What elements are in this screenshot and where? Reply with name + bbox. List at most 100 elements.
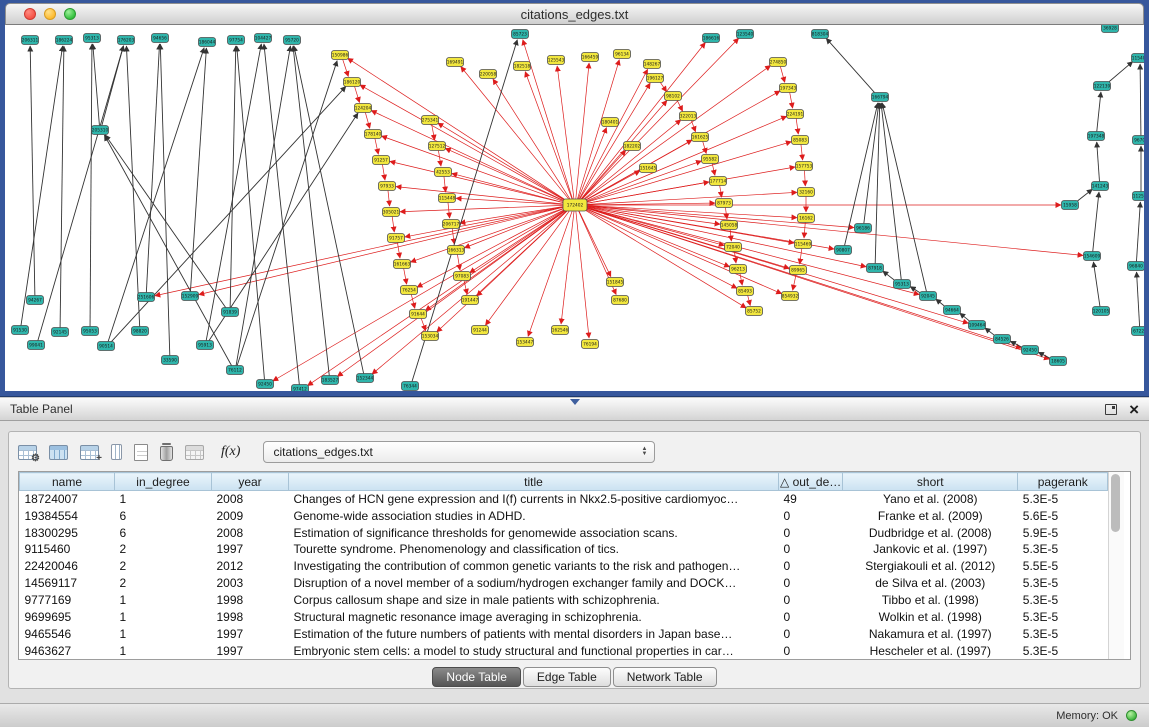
graph-edge[interactable] (354, 86, 359, 103)
graph-edge[interactable] (375, 138, 379, 154)
table-cell[interactable]: 5.3E-5 (1018, 592, 1108, 609)
graph-edge[interactable] (397, 242, 400, 258)
graph-edge[interactable] (237, 46, 265, 380)
graph-edge[interactable] (1097, 92, 1101, 132)
graph-edge[interactable] (371, 110, 569, 203)
graph-edge[interactable] (580, 91, 780, 203)
tab-edge-table[interactable]: Edge Table (523, 667, 611, 687)
graph-edge[interactable] (1140, 64, 1141, 136)
graph-edge[interactable] (578, 209, 611, 277)
table-cell[interactable]: 0 (779, 592, 843, 609)
graph-edge[interactable] (461, 67, 571, 202)
table-cell[interactable]: Yano et al. (2008) (843, 491, 1018, 508)
graph-edge[interactable] (294, 46, 364, 374)
graph-edge[interactable] (581, 116, 787, 203)
table-cell[interactable]: Changes of HCN gene expression and I(f) … (289, 491, 779, 508)
graph-edge[interactable] (580, 65, 771, 202)
graph-edge[interactable] (421, 318, 426, 331)
graph-edge[interactable] (452, 228, 454, 244)
table-cell[interactable]: Tibbo et al. (1998) (843, 592, 1018, 609)
table-cell[interactable]: Embryonic stem cells: a model to study s… (289, 642, 779, 659)
graph-edge[interactable] (493, 79, 572, 202)
table-cell[interactable]: 0 (779, 541, 843, 558)
table-cell[interactable]: 6 (115, 524, 212, 541)
table-row[interactable]: 911546021997Tourette syndrome. Phenomeno… (20, 541, 1108, 558)
table-cell[interactable]: Estimation of significance thresholds fo… (289, 524, 779, 541)
table-cell[interactable]: 1 (115, 608, 212, 625)
graph-edge[interactable] (882, 103, 926, 292)
graph-edge[interactable] (392, 216, 394, 232)
panel-splitter-grip[interactable] (570, 399, 580, 405)
table-cell[interactable]: 2008 (212, 524, 289, 541)
table-cell[interactable]: 1998 (212, 608, 289, 625)
column-header-in_degree[interactable]: in_degree (115, 473, 212, 491)
table-cell[interactable]: 6 (115, 507, 212, 524)
column-header-year[interactable]: year (212, 473, 289, 491)
graph-edge[interactable] (561, 209, 574, 324)
table-cell[interactable]: 18724007 (20, 491, 115, 508)
table-cell[interactable]: 22420046 (20, 558, 115, 575)
column-header-title[interactable]: title (289, 473, 779, 491)
table-cell[interactable]: 5.6E-5 (1018, 507, 1108, 524)
graph-edge[interactable] (1107, 62, 1133, 84)
table-cell[interactable]: 2012 (212, 558, 289, 575)
graph-edge[interactable] (417, 207, 570, 287)
graph-edge[interactable] (160, 44, 170, 356)
delete-table-icon[interactable] (160, 446, 173, 461)
table-row[interactable]: 946362711997Embryonic stem cells: a mode… (20, 642, 1108, 659)
graph-edge[interactable] (236, 46, 290, 366)
graph-edge[interactable] (102, 46, 124, 126)
table-cell[interactable]: 5.3E-5 (1018, 575, 1108, 592)
table-row[interactable]: 977716911998Corpus callosum shape and si… (20, 592, 1108, 609)
graph-edge[interactable] (730, 229, 731, 241)
graph-edge[interactable] (445, 148, 569, 203)
graph-edge[interactable] (382, 164, 385, 180)
table-cell[interactable]: Franke et al. (2009) (843, 507, 1018, 524)
table-cell[interactable]: 2 (115, 541, 212, 558)
window-titlebar[interactable]: citations_edges.txt (5, 3, 1144, 25)
table-cell[interactable]: 9465546 (20, 625, 115, 642)
graph-edge[interactable] (404, 268, 407, 284)
table-cell[interactable]: 9777169 (20, 592, 115, 609)
graph-edge[interactable] (365, 112, 370, 129)
graph-edge[interactable] (390, 161, 569, 204)
table-cell[interactable]: 0 (779, 608, 843, 625)
graph-edge[interactable] (576, 63, 589, 201)
graph-edge[interactable] (396, 187, 569, 205)
row-height-icon[interactable] (111, 444, 122, 460)
graph-edge[interactable] (104, 135, 232, 366)
table-cell[interactable]: Jankovic et al. (1997) (843, 541, 1018, 558)
table-cell[interactable]: de Silva et al. (2003) (843, 575, 1018, 592)
graph-edge[interactable] (411, 294, 415, 309)
column-header-pagerank[interactable]: pagerank (1018, 473, 1108, 491)
table-cell[interactable]: Wolkin et al. (1998) (843, 608, 1018, 625)
graph-edge[interactable] (438, 123, 570, 203)
graph-edge[interactable] (780, 66, 785, 83)
table-cell[interactable]: 1 (115, 625, 212, 642)
show-columns-icon[interactable] (49, 445, 68, 460)
graph-edge[interactable] (801, 144, 803, 160)
table-cell[interactable]: 1 (115, 642, 212, 659)
table-cell[interactable]: 5.3E-5 (1018, 608, 1108, 625)
column-header-name[interactable]: name (20, 473, 115, 491)
table-cell[interactable]: 9463627 (20, 642, 115, 659)
table-cell[interactable]: 5.9E-5 (1018, 524, 1108, 541)
table-row[interactable]: 969969511998Structural magnetic resonanc… (20, 608, 1108, 625)
table-scrollbar-thumb[interactable] (1111, 474, 1120, 532)
graph-edge[interactable] (800, 248, 802, 264)
table-cell[interactable]: 1998 (212, 592, 289, 609)
graph-edge[interactable] (881, 103, 901, 280)
table-row[interactable]: 946554611997Estimation of the future num… (20, 625, 1108, 642)
table-cell[interactable]: 5.3E-5 (1018, 625, 1108, 642)
table-cell[interactable]: 0 (779, 507, 843, 524)
table-row[interactable]: 1830029562008Estimation of significance … (20, 524, 1108, 541)
table-cell[interactable]: 2003 (212, 575, 289, 592)
table-cell[interactable]: 5.3E-5 (1018, 491, 1108, 508)
table-cell[interactable]: 1997 (212, 541, 289, 558)
table-cell[interactable]: 1 (115, 491, 212, 508)
table-cell[interactable]: 0 (779, 558, 843, 575)
table-cell[interactable]: Disruption of a novel member of a sodium… (289, 575, 779, 592)
table-row[interactable]: 1872400712008Changes of HCN gene express… (20, 491, 1108, 508)
graph-edge[interactable] (38, 46, 124, 341)
graph-edge[interactable] (460, 206, 569, 223)
